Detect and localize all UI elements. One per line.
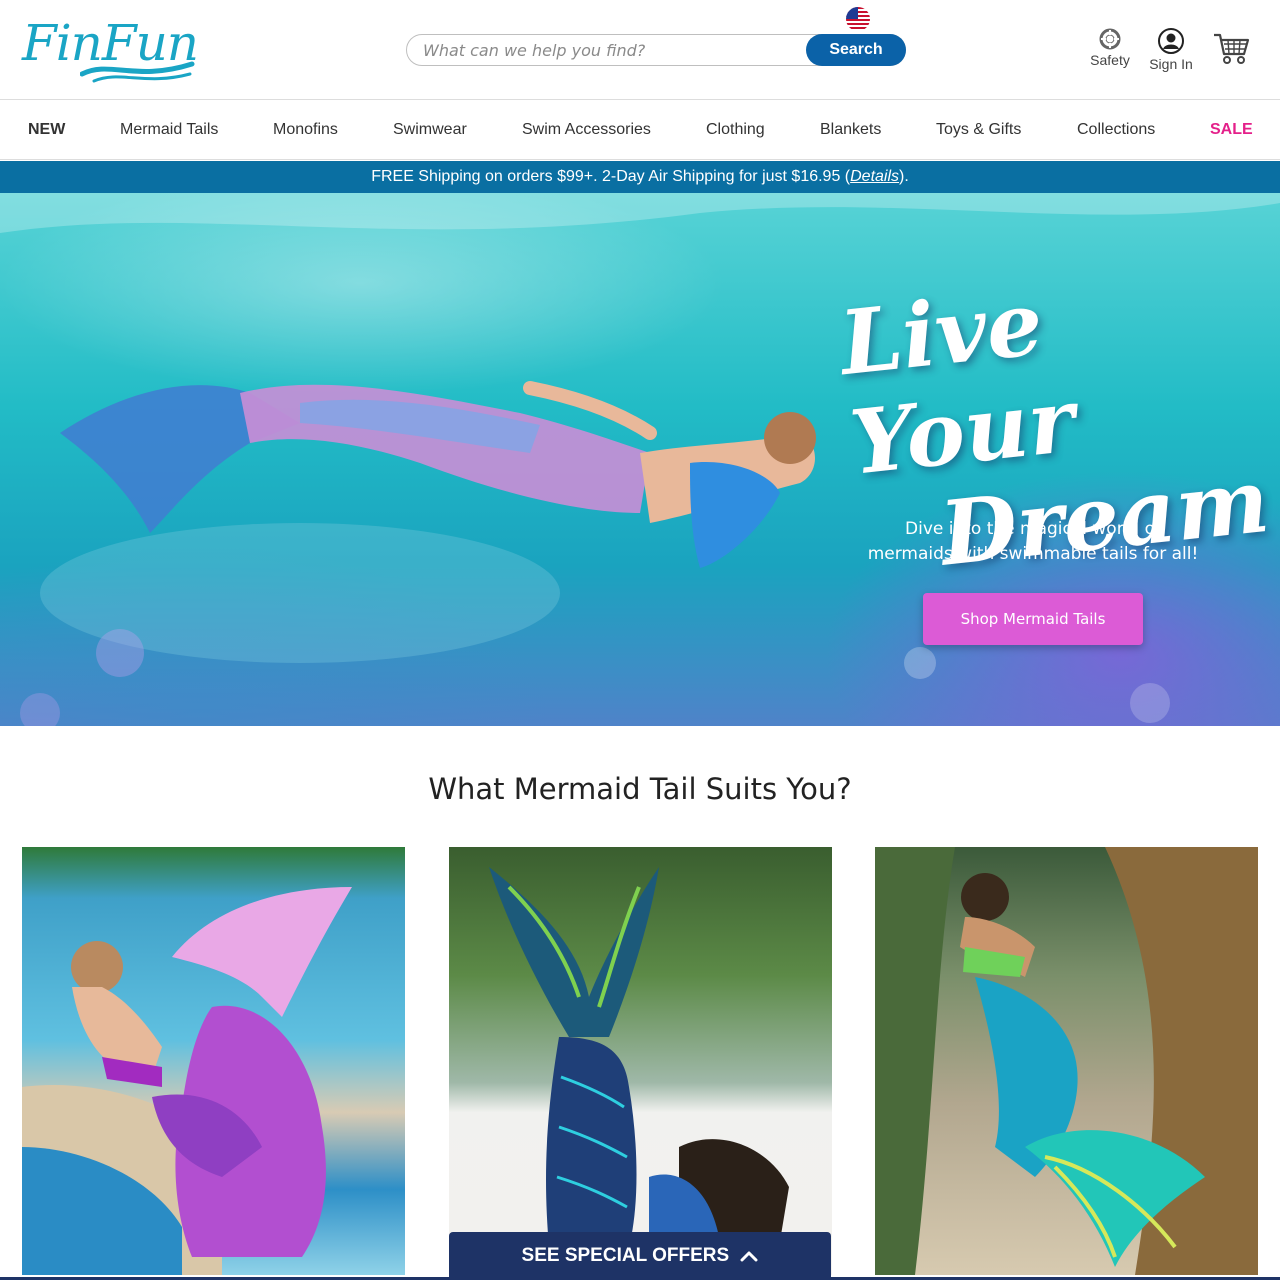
cart-button[interactable] [1212,32,1250,71]
nav-item-new[interactable]: NEW [28,100,65,160]
offers-label: SEE SPECIAL OFFERS [521,1244,730,1266]
search-bar: Search [406,34,906,66]
nav-item-toys-gifts[interactable]: Toys & Gifts [936,100,1021,160]
safety-link[interactable]: Safety [1086,28,1134,68]
search-button[interactable]: Search [806,34,906,66]
card-photo-blue-tail [489,867,789,1247]
site-header: FinFun Search Safety [0,0,1280,100]
safety-label: Safety [1090,52,1130,68]
finfun-logo[interactable]: FinFun [20,14,199,86]
see-special-offers-button[interactable]: SEE SPECIAL OFFERS [449,1232,831,1280]
card-photo-pink-tail [22,887,352,1275]
hero-title-line1: Live Your [835,270,1080,495]
wave-icon [80,61,195,83]
chevron-up-icon [740,1251,758,1262]
sign-in-link[interactable]: Sign In [1146,28,1196,72]
search-input[interactable] [423,35,803,65]
nav-item-sale[interactable]: SALE [1210,100,1253,160]
shop-mermaid-tails-button[interactable]: Shop Mermaid Tails [923,593,1143,645]
shipping-banner: FREE Shipping on orders $99+. 2-Day Air … [0,161,1280,193]
nav-item-monofins[interactable]: Monofins [273,100,338,160]
shipping-text-end: ). [899,168,909,185]
us-flag-icon[interactable] [846,7,870,31]
shipping-text: FREE Shipping on orders $99+. 2-Day Air … [371,168,851,185]
user-icon [1158,28,1184,54]
nav-item-clothing[interactable]: Clothing [706,100,765,160]
nav-item-swim-accessories[interactable]: Swim Accessories [522,100,651,160]
nav-item-collections[interactable]: Collections [1077,100,1155,160]
nav-item-mermaid-tails[interactable]: Mermaid Tails [120,100,218,160]
hero-banner: Live Your Dream Dive into the magical wo… [0,193,1280,726]
sign-in-label: Sign In [1149,56,1193,72]
cart-icon [1214,33,1250,64]
tail-card-blue-green[interactable] [449,847,832,1275]
nav-item-blankets[interactable]: Blankets [820,100,881,160]
safety-ring-icon [1099,28,1121,50]
tail-card-teal[interactable] [875,847,1258,1275]
nav-item-swimwear[interactable]: Swimwear [393,100,467,160]
tail-card-pink[interactable] [22,847,405,1275]
hero-subtitle: Dive into the magical world of mermaids … [867,519,1199,564]
section-title: What Mermaid Tail Suits You? [428,772,852,806]
shipping-details-link[interactable]: Details [850,168,899,185]
card-photo-teal-tail [875,847,1258,1275]
main-nav: NEW Mermaid Tails Monofins Swimwear Swim… [0,100,1280,160]
